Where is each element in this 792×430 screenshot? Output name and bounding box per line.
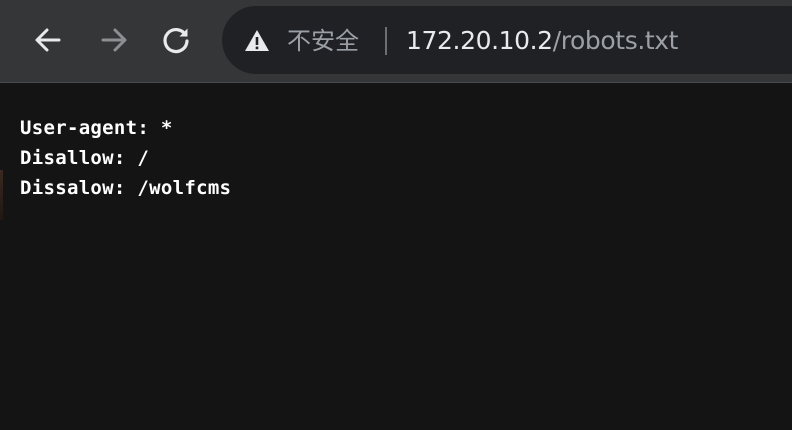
page-content: User-agent: * Disallow: / Dissalow: /wolfc…: [0, 83, 792, 430]
browser-toolbar: 不安全 172.20.10.2/robots.txt: [0, 0, 792, 82]
forward-button[interactable]: [94, 20, 134, 60]
url-host: 172.20.10.2: [406, 26, 553, 55]
address-bar[interactable]: 不安全 172.20.10.2/robots.txt: [222, 6, 792, 74]
window-edge: [0, 170, 3, 220]
reload-button[interactable]: [156, 20, 196, 60]
url-path: /robots.txt: [552, 26, 679, 55]
omnibox-separator: [385, 27, 387, 55]
text-line: User-agent: *: [20, 117, 173, 139]
robots-txt-text: User-agent: * Disallow: / Dissalow: /wolfc…: [20, 113, 231, 203]
text-line: Dissalow: /wolfcms: [20, 177, 232, 199]
back-button[interactable]: [28, 20, 68, 60]
arrow-left-icon: [35, 28, 61, 52]
warning-triangle-icon[interactable]: [244, 28, 270, 54]
url-text[interactable]: 172.20.10.2/robots.txt: [406, 24, 678, 58]
arrow-right-icon: [101, 28, 127, 52]
security-status-text[interactable]: 不安全: [287, 24, 359, 58]
text-line: Disallow: /: [20, 147, 150, 169]
reload-icon: [163, 27, 189, 54]
